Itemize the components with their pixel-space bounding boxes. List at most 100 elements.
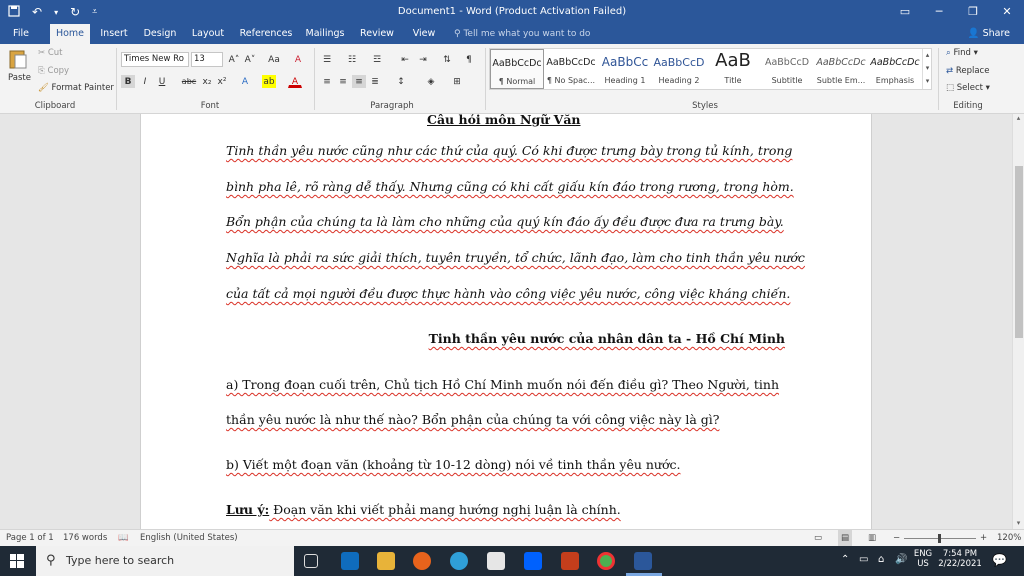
- powerpoint-icon[interactable]: [561, 552, 579, 570]
- tell-me-box[interactable]: ⚲ Tell me what you want to do: [454, 24, 590, 44]
- status-bar: Page 1 of 1 176 words 📖 English (United …: [0, 529, 1024, 547]
- strikethrough-button[interactable]: abc: [180, 75, 198, 88]
- styles-scroll-buttons[interactable]: ▴ ▾ ▾: [922, 49, 932, 89]
- decrease-indent-icon[interactable]: ⇤: [398, 53, 412, 66]
- increase-indent-icon[interactable]: ⇥: [416, 53, 430, 66]
- scissors-icon: ✂: [38, 48, 48, 58]
- text-effects-button[interactable]: A: [238, 75, 252, 88]
- style-heading-2[interactable]: AaBbCcD Heading 2: [652, 49, 706, 89]
- cut-button[interactable]: ✂ Cut: [38, 48, 62, 58]
- ribbon-display-options-button[interactable]: ▭: [888, 0, 922, 24]
- page-count[interactable]: Page 1 of 1: [6, 530, 54, 547]
- copy-button[interactable]: ⎘ Copy: [38, 66, 69, 76]
- paste-button[interactable]: Paste: [8, 73, 31, 83]
- document-page[interactable]: Câu hỏi môn Ngữ Văn Tinh thần yêu nước c…: [140, 114, 872, 529]
- change-case-button[interactable]: Aa: [264, 53, 284, 66]
- read-mode-icon[interactable]: ▭: [814, 530, 822, 547]
- tab-insert[interactable]: Insert: [96, 24, 132, 44]
- note-label: Lưu ý:: [226, 502, 270, 517]
- multilevel-list-icon[interactable]: ☲: [370, 53, 384, 66]
- edge-icon[interactable]: [450, 552, 468, 570]
- chrome-icon[interactable]: [597, 552, 615, 570]
- dropbox-icon[interactable]: [524, 552, 542, 570]
- word-count[interactable]: 176 words: [63, 530, 107, 547]
- language-indicator[interactable]: English (United States): [140, 530, 238, 547]
- sort-icon[interactable]: ⇅: [440, 53, 454, 66]
- highlight-button[interactable]: ab: [262, 75, 276, 88]
- scrollbar-thumb[interactable]: [1015, 166, 1023, 338]
- format-painter-button[interactable]: 🖌 Format Painter: [38, 83, 114, 93]
- language-switcher[interactable]: ENG US: [912, 549, 934, 569]
- proofing-icon[interactable]: 📖: [118, 530, 129, 547]
- word-icon[interactable]: [634, 552, 652, 570]
- restore-button[interactable]: ❐: [956, 0, 990, 24]
- scroll-down-icon[interactable]: ▾: [1013, 519, 1024, 529]
- grow-font-button[interactable]: A˄: [227, 53, 241, 66]
- scroll-up-icon[interactable]: ▴: [1013, 114, 1024, 124]
- style-subtle-emphasis[interactable]: AaBbCcDc Subtle Em...: [814, 49, 868, 89]
- web-layout-icon[interactable]: ▥: [868, 530, 876, 547]
- underline-button[interactable]: U: [155, 75, 169, 88]
- replace-button[interactable]: ⇄ Replace: [946, 66, 989, 76]
- align-right-icon[interactable]: ≡: [352, 75, 366, 88]
- close-button[interactable]: ✕: [990, 0, 1024, 24]
- tab-home[interactable]: Home: [50, 24, 90, 44]
- vertical-scrollbar[interactable]: ▴ ▾: [1012, 114, 1024, 529]
- zoom-level[interactable]: 120%: [997, 530, 1021, 547]
- bullets-icon[interactable]: ☰: [320, 53, 334, 66]
- font-size-combo[interactable]: 13: [191, 52, 223, 67]
- firefox-icon[interactable]: [413, 552, 431, 570]
- style-emphasis[interactable]: AaBbCcDc Emphasis: [868, 49, 922, 89]
- numbering-icon[interactable]: ☷: [345, 53, 359, 66]
- style-no-spacing[interactable]: AaBbCcDc ¶ No Spac...: [544, 49, 598, 89]
- tab-design[interactable]: Design: [140, 24, 180, 44]
- shading-icon[interactable]: ◈: [424, 75, 438, 88]
- volume-icon[interactable]: 🔊: [895, 554, 907, 565]
- tab-review[interactable]: Review: [356, 24, 398, 44]
- align-center-icon[interactable]: ≡: [336, 75, 350, 88]
- zoom-in-button[interactable]: +: [980, 530, 987, 547]
- select-button[interactable]: ⬚ Select ▾: [946, 83, 990, 93]
- line-spacing-icon[interactable]: ↕: [394, 75, 408, 88]
- clock[interactable]: 7:54 PM 2/22/2021: [938, 549, 982, 569]
- print-layout-icon[interactable]: ▤: [838, 530, 853, 547]
- find-button[interactable]: ⌕ Find ▾: [946, 48, 978, 58]
- notification-icon[interactable]: 💬: [992, 553, 1007, 567]
- taskbar-search-box[interactable]: ⚲ Type here to search: [36, 546, 294, 576]
- network-icon[interactable]: ⌂: [878, 554, 884, 565]
- align-left-icon[interactable]: ≡: [320, 75, 334, 88]
- tray-chevron-icon[interactable]: ⌃: [841, 554, 849, 565]
- minimize-button[interactable]: ─: [922, 0, 956, 24]
- clear-formatting-button[interactable]: A: [291, 53, 305, 66]
- windows-start-icon[interactable]: [10, 554, 24, 571]
- style-subtitle[interactable]: AaBbCcD Subtitle: [760, 49, 814, 89]
- pilcrow-icon[interactable]: ¶: [462, 53, 476, 66]
- style-normal[interactable]: AaBbCcDc ¶ Normal: [490, 49, 544, 89]
- bold-button[interactable]: B: [121, 75, 135, 88]
- tray-device-icon[interactable]: ▭: [859, 554, 868, 565]
- zoom-slider-thumb[interactable]: [938, 534, 941, 543]
- zoom-out-button[interactable]: −: [893, 530, 900, 547]
- tab-view[interactable]: View: [408, 24, 440, 44]
- superscript-button[interactable]: x²: [215, 75, 229, 88]
- mail-icon[interactable]: [341, 552, 359, 570]
- tab-references[interactable]: References: [238, 24, 294, 44]
- font-name-combo[interactable]: Times New Ro: [121, 52, 189, 67]
- shrink-font-button[interactable]: A˅: [243, 53, 257, 66]
- italic-button[interactable]: I: [138, 75, 152, 88]
- tab-mailings[interactable]: Mailings: [303, 24, 347, 44]
- justify-icon[interactable]: ≣: [368, 75, 382, 88]
- borders-icon[interactable]: ⊞: [450, 75, 464, 88]
- tab-layout[interactable]: Layout: [188, 24, 228, 44]
- subscript-button[interactable]: x₂: [200, 75, 214, 88]
- style-heading-1[interactable]: AaBbCc Heading 1: [598, 49, 652, 89]
- amazon-icon[interactable]: [487, 552, 505, 570]
- tab-file[interactable]: File: [6, 24, 36, 44]
- task-view-icon[interactable]: [304, 554, 318, 568]
- share-button[interactable]: 👤 Share: [968, 24, 1010, 44]
- font-color-button[interactable]: A: [288, 75, 302, 88]
- file-explorer-icon[interactable]: [377, 552, 395, 570]
- style-title[interactable]: AaB Title: [706, 49, 760, 89]
- note-paragraph: Lưu ý: Đoạn văn khi viết phải mang hướng…: [226, 502, 621, 517]
- paste-icon[interactable]: [8, 48, 30, 70]
